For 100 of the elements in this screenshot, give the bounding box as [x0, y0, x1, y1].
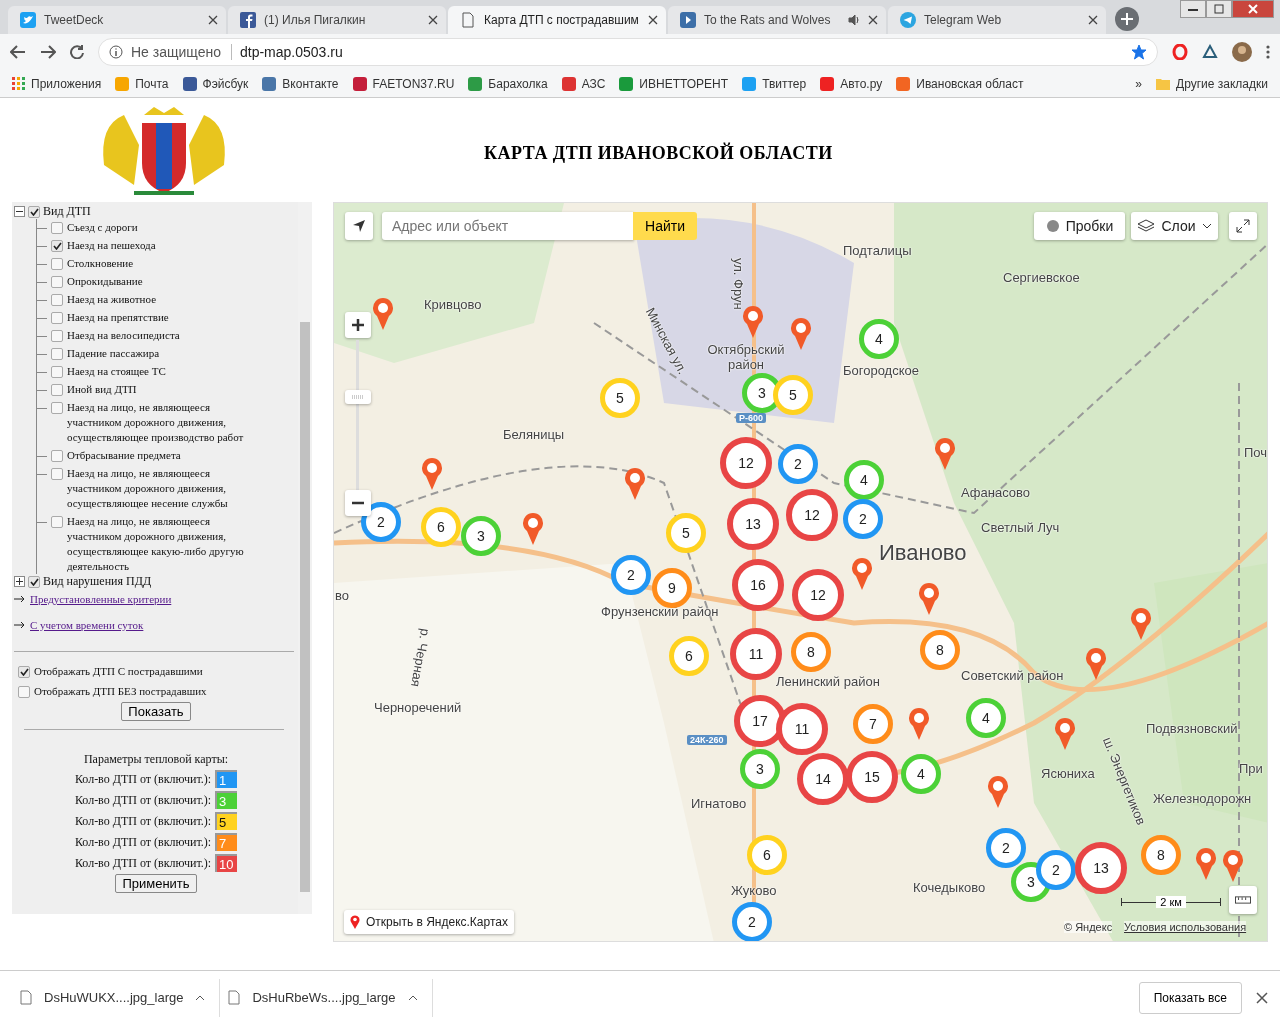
bookmark[interactable]: Вконтакте [262, 76, 339, 91]
terms-link[interactable]: Условия использования [1124, 921, 1247, 933]
checkbox[interactable] [51, 276, 63, 288]
place-label: Беляницы [503, 427, 565, 442]
facebook-icon [240, 12, 256, 28]
checkbox[interactable] [28, 206, 40, 218]
browser-tab[interactable]: (1) Илья Пигалкин [228, 6, 446, 34]
zoom-slider-handle[interactable] [345, 390, 371, 404]
bookmark[interactable]: Фэйсбук [182, 76, 249, 91]
tree-item-label: Наезд на лицо, не являющееся участником дорожного движения, осуществляющее производство работ [67, 400, 245, 445]
back-icon [10, 45, 26, 59]
download-item[interactable]: DsHuRbeWs....jpg_large [220, 978, 433, 1017]
opera-icon [1172, 44, 1188, 60]
map-pin-icon [1195, 848, 1217, 880]
plus-icon [352, 319, 364, 331]
bookmark-icon [561, 76, 576, 91]
bookmark[interactable]: Барахолка [468, 76, 548, 91]
threshold-label: Кол-во ДТП от (включит.): [74, 855, 212, 871]
checkbox[interactable] [28, 576, 40, 588]
checkbox[interactable] [51, 516, 63, 528]
close-window-button[interactable] [1232, 0, 1274, 18]
extension-icon [1202, 44, 1218, 60]
place-label: ул. Фрун [731, 258, 746, 310]
map-pin-icon [421, 458, 443, 490]
bookmark-icon [742, 76, 757, 91]
map-pin-icon [987, 776, 1009, 808]
new-tab-button[interactable] [1114, 6, 1140, 32]
checkbox[interactable] [51, 366, 63, 378]
browser-tab[interactable]: TweetDeck [8, 6, 226, 34]
bookmark[interactable]: Почта [115, 76, 169, 91]
map-pin-icon [790, 318, 812, 350]
minimize-icon [1188, 7, 1198, 11]
menu-icon [1266, 44, 1270, 60]
tree-item-label: Наезд на лицо, не являющееся участником дорожного движения, осуществляющее какую-либо другую деятельность [67, 514, 245, 574]
checkbox[interactable] [51, 384, 63, 396]
place-label: Кривцово [424, 297, 482, 312]
browser-tab[interactable]: Карта ДТП с пострадавшим [448, 6, 666, 34]
checkbox[interactable] [51, 258, 63, 270]
ruler-button[interactable] [1229, 886, 1257, 914]
geolocation-button[interactable] [345, 212, 373, 240]
place-label: Советский район [961, 668, 1064, 683]
place-label: р. Черная [408, 627, 433, 689]
checkbox[interactable] [51, 312, 63, 324]
checkbox[interactable] [51, 450, 63, 462]
tree-item-label: Съезд с дороги [67, 220, 139, 235]
address-search-field[interactable]: Адрес или объект [382, 212, 634, 240]
map-pin-icon [934, 438, 956, 470]
heatmap-title: Параметры тепловой карты: [82, 752, 230, 767]
bookmark[interactable]: Приложения [12, 76, 102, 91]
fullscreen-button[interactable] [1229, 212, 1257, 240]
layers-button[interactable]: Слои [1131, 212, 1218, 240]
chevron-down-icon [1201, 222, 1212, 230]
zoom-in-button[interactable] [345, 312, 371, 338]
map-pin-icon [624, 468, 646, 500]
more-bookmarks-button[interactable]: » [1135, 76, 1143, 91]
minus-icon [352, 501, 364, 505]
map-pin-icon [1054, 718, 1076, 750]
address-bar[interactable]: Не защищено dtp-map.0503.ru [98, 38, 1158, 66]
bookmark-icon [115, 76, 130, 91]
place-label: Иваново [879, 540, 967, 566]
apply-button[interactable]: Применить [115, 874, 197, 893]
checkbox[interactable] [18, 666, 30, 678]
show-all-button[interactable]: Показать все [1138, 981, 1242, 1014]
checkbox[interactable] [51, 240, 63, 252]
criteria-link[interactable]: Предустановленные критерии [30, 593, 172, 605]
ruler-icon [1235, 896, 1251, 904]
checkbox[interactable] [51, 222, 63, 234]
traffic-light-icon [1045, 219, 1060, 233]
find-button[interactable]: Найти [633, 212, 697, 240]
criteria-link[interactable]: С учетом времени суток [30, 619, 144, 631]
threshold-input[interactable]: 5 [215, 812, 238, 830]
minimize-button[interactable] [1180, 0, 1206, 18]
checkbox[interactable] [51, 348, 63, 360]
open-in-maps-link[interactable]: Открыть в Яндекс.Картах [344, 910, 514, 934]
checkbox[interactable] [18, 686, 30, 698]
threshold-label: Кол-во ДТП от (включит.): [74, 792, 212, 808]
reload-icon [70, 45, 84, 59]
threshold-input[interactable]: 10 [215, 854, 238, 872]
bookmark[interactable]: АЗС [561, 76, 606, 91]
checkbox[interactable] [51, 330, 63, 342]
checkbox[interactable] [51, 468, 63, 480]
bookmark[interactable]: Авто.ру [820, 76, 883, 91]
bookmark[interactable]: FAETON37.RU [352, 76, 455, 91]
browser-tab[interactable]: To the Rats and Wolves [668, 6, 886, 34]
bookmark[interactable]: ИВНЕТТОРЕНТ [619, 76, 729, 91]
bookmark-icon [820, 76, 835, 91]
restore-icon [1214, 4, 1224, 14]
traffic-button[interactable]: Пробки [1034, 212, 1125, 240]
map-pin-icon [908, 708, 930, 740]
other-bookmarks-folder[interactable]: Другие закладки [1156, 76, 1268, 91]
checkbox[interactable] [51, 402, 63, 414]
tree-item-label: Наезд на пешехода [67, 238, 157, 253]
checkbox[interactable] [51, 294, 63, 306]
tree-item-label: Столкновение [67, 256, 135, 271]
show-button[interactable]: Показать [121, 702, 191, 721]
bookmark[interactable]: Твиттер [742, 76, 807, 91]
download-item[interactable]: DsHuWUKX....jpg_large [12, 978, 221, 1017]
bookmark[interactable]: Ивановская област [896, 76, 1024, 91]
zoom-out-button[interactable] [345, 490, 371, 516]
browser-tab[interactable]: Telegram Web [888, 6, 1106, 34]
